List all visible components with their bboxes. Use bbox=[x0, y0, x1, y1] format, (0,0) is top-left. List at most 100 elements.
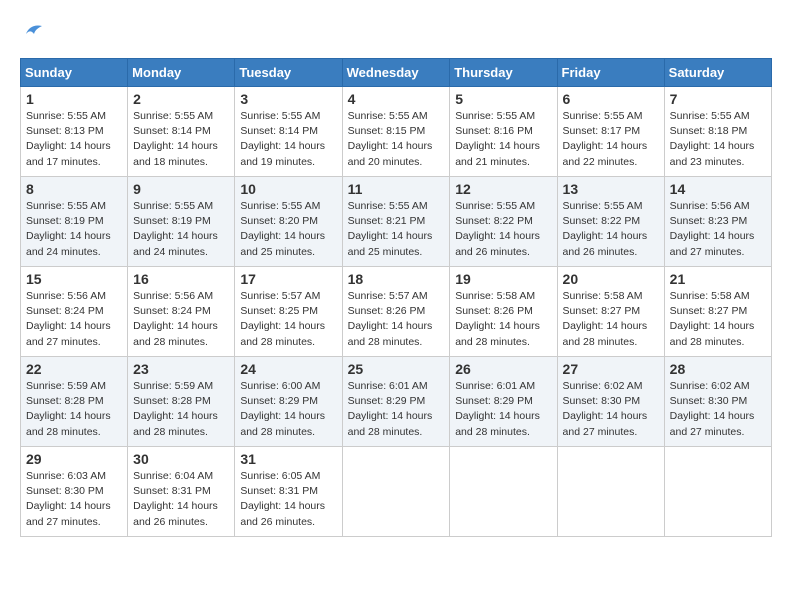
day-info: Sunrise: 5:58 AMSunset: 8:27 PMDaylight:… bbox=[563, 290, 648, 348]
calendar-day-cell: 16 Sunrise: 5:56 AMSunset: 8:24 PMDaylig… bbox=[128, 267, 235, 357]
calendar-day-cell: 27 Sunrise: 6:02 AMSunset: 8:30 PMDaylig… bbox=[557, 357, 664, 447]
calendar-day-cell: 7 Sunrise: 5:55 AMSunset: 8:18 PMDayligh… bbox=[664, 87, 771, 177]
calendar-header-thursday: Thursday bbox=[450, 59, 557, 87]
calendar-day-cell: 17 Sunrise: 5:57 AMSunset: 8:25 PMDaylig… bbox=[235, 267, 342, 357]
day-info: Sunrise: 5:55 AMSunset: 8:21 PMDaylight:… bbox=[348, 200, 433, 258]
day-info: Sunrise: 5:55 AMSunset: 8:22 PMDaylight:… bbox=[455, 200, 540, 258]
day-number: 4 bbox=[348, 91, 445, 107]
day-number: 8 bbox=[26, 181, 122, 197]
day-info: Sunrise: 6:03 AMSunset: 8:30 PMDaylight:… bbox=[26, 470, 111, 528]
day-number: 20 bbox=[563, 271, 659, 287]
day-info: Sunrise: 5:59 AMSunset: 8:28 PMDaylight:… bbox=[133, 380, 218, 438]
calendar-table: SundayMondayTuesdayWednesdayThursdayFrid… bbox=[20, 58, 772, 537]
day-info: Sunrise: 5:57 AMSunset: 8:26 PMDaylight:… bbox=[348, 290, 433, 348]
calendar-header-monday: Monday bbox=[128, 59, 235, 87]
calendar-day-cell: 8 Sunrise: 5:55 AMSunset: 8:19 PMDayligh… bbox=[21, 177, 128, 267]
calendar-day-cell: 5 Sunrise: 5:55 AMSunset: 8:16 PMDayligh… bbox=[450, 87, 557, 177]
day-number: 12 bbox=[455, 181, 551, 197]
day-info: Sunrise: 5:56 AMSunset: 8:24 PMDaylight:… bbox=[26, 290, 111, 348]
calendar-day-cell: 30 Sunrise: 6:04 AMSunset: 8:31 PMDaylig… bbox=[128, 447, 235, 537]
day-info: Sunrise: 5:56 AMSunset: 8:23 PMDaylight:… bbox=[670, 200, 755, 258]
calendar-empty-cell bbox=[450, 447, 557, 537]
day-number: 25 bbox=[348, 361, 445, 377]
day-info: Sunrise: 5:59 AMSunset: 8:28 PMDaylight:… bbox=[26, 380, 111, 438]
calendar-day-cell: 14 Sunrise: 5:56 AMSunset: 8:23 PMDaylig… bbox=[664, 177, 771, 267]
day-info: Sunrise: 5:55 AMSunset: 8:16 PMDaylight:… bbox=[455, 110, 540, 168]
calendar-day-cell: 21 Sunrise: 5:58 AMSunset: 8:27 PMDaylig… bbox=[664, 267, 771, 357]
calendar-header-row: SundayMondayTuesdayWednesdayThursdayFrid… bbox=[21, 59, 772, 87]
calendar-header-saturday: Saturday bbox=[664, 59, 771, 87]
day-number: 11 bbox=[348, 181, 445, 197]
day-number: 18 bbox=[348, 271, 445, 287]
day-info: Sunrise: 5:55 AMSunset: 8:19 PMDaylight:… bbox=[26, 200, 111, 258]
day-info: Sunrise: 6:01 AMSunset: 8:29 PMDaylight:… bbox=[348, 380, 433, 438]
day-info: Sunrise: 5:57 AMSunset: 8:25 PMDaylight:… bbox=[240, 290, 325, 348]
day-number: 31 bbox=[240, 451, 336, 467]
day-number: 15 bbox=[26, 271, 122, 287]
day-number: 21 bbox=[670, 271, 766, 287]
logo-bird-icon bbox=[22, 20, 44, 48]
calendar-day-cell: 28 Sunrise: 6:02 AMSunset: 8:30 PMDaylig… bbox=[664, 357, 771, 447]
day-number: 17 bbox=[240, 271, 336, 287]
calendar-header-sunday: Sunday bbox=[21, 59, 128, 87]
day-info: Sunrise: 6:04 AMSunset: 8:31 PMDaylight:… bbox=[133, 470, 218, 528]
calendar-week-row: 8 Sunrise: 5:55 AMSunset: 8:19 PMDayligh… bbox=[21, 177, 772, 267]
day-number: 23 bbox=[133, 361, 229, 377]
day-info: Sunrise: 5:55 AMSunset: 8:13 PMDaylight:… bbox=[26, 110, 111, 168]
day-number: 10 bbox=[240, 181, 336, 197]
day-number: 9 bbox=[133, 181, 229, 197]
calendar-day-cell: 11 Sunrise: 5:55 AMSunset: 8:21 PMDaylig… bbox=[342, 177, 450, 267]
page-header bbox=[20, 20, 772, 48]
day-number: 27 bbox=[563, 361, 659, 377]
day-number: 16 bbox=[133, 271, 229, 287]
day-number: 22 bbox=[26, 361, 122, 377]
calendar-day-cell: 10 Sunrise: 5:55 AMSunset: 8:20 PMDaylig… bbox=[235, 177, 342, 267]
calendar-day-cell: 15 Sunrise: 5:56 AMSunset: 8:24 PMDaylig… bbox=[21, 267, 128, 357]
calendar-day-cell: 12 Sunrise: 5:55 AMSunset: 8:22 PMDaylig… bbox=[450, 177, 557, 267]
day-number: 3 bbox=[240, 91, 336, 107]
day-info: Sunrise: 5:55 AMSunset: 8:22 PMDaylight:… bbox=[563, 200, 648, 258]
day-number: 28 bbox=[670, 361, 766, 377]
day-info: Sunrise: 6:02 AMSunset: 8:30 PMDaylight:… bbox=[563, 380, 648, 438]
day-info: Sunrise: 5:58 AMSunset: 8:27 PMDaylight:… bbox=[670, 290, 755, 348]
day-number: 2 bbox=[133, 91, 229, 107]
calendar-day-cell: 19 Sunrise: 5:58 AMSunset: 8:26 PMDaylig… bbox=[450, 267, 557, 357]
calendar-header-tuesday: Tuesday bbox=[235, 59, 342, 87]
day-number: 29 bbox=[26, 451, 122, 467]
calendar-day-cell: 2 Sunrise: 5:55 AMSunset: 8:14 PMDayligh… bbox=[128, 87, 235, 177]
day-number: 13 bbox=[563, 181, 659, 197]
day-info: Sunrise: 6:05 AMSunset: 8:31 PMDaylight:… bbox=[240, 470, 325, 528]
calendar-header-friday: Friday bbox=[557, 59, 664, 87]
calendar-day-cell: 1 Sunrise: 5:55 AMSunset: 8:13 PMDayligh… bbox=[21, 87, 128, 177]
calendar-day-cell: 18 Sunrise: 5:57 AMSunset: 8:26 PMDaylig… bbox=[342, 267, 450, 357]
calendar-week-row: 29 Sunrise: 6:03 AMSunset: 8:30 PMDaylig… bbox=[21, 447, 772, 537]
day-info: Sunrise: 6:02 AMSunset: 8:30 PMDaylight:… bbox=[670, 380, 755, 438]
calendar-week-row: 22 Sunrise: 5:59 AMSunset: 8:28 PMDaylig… bbox=[21, 357, 772, 447]
day-info: Sunrise: 5:55 AMSunset: 8:14 PMDaylight:… bbox=[133, 110, 218, 168]
calendar-week-row: 1 Sunrise: 5:55 AMSunset: 8:13 PMDayligh… bbox=[21, 87, 772, 177]
day-number: 6 bbox=[563, 91, 659, 107]
calendar-day-cell: 3 Sunrise: 5:55 AMSunset: 8:14 PMDayligh… bbox=[235, 87, 342, 177]
calendar-empty-cell bbox=[342, 447, 450, 537]
calendar-header-wednesday: Wednesday bbox=[342, 59, 450, 87]
calendar-day-cell: 22 Sunrise: 5:59 AMSunset: 8:28 PMDaylig… bbox=[21, 357, 128, 447]
day-number: 7 bbox=[670, 91, 766, 107]
calendar-day-cell: 25 Sunrise: 6:01 AMSunset: 8:29 PMDaylig… bbox=[342, 357, 450, 447]
day-number: 1 bbox=[26, 91, 122, 107]
day-info: Sunrise: 5:56 AMSunset: 8:24 PMDaylight:… bbox=[133, 290, 218, 348]
day-number: 19 bbox=[455, 271, 551, 287]
day-info: Sunrise: 5:55 AMSunset: 8:14 PMDaylight:… bbox=[240, 110, 325, 168]
calendar-day-cell: 29 Sunrise: 6:03 AMSunset: 8:30 PMDaylig… bbox=[21, 447, 128, 537]
calendar-day-cell: 23 Sunrise: 5:59 AMSunset: 8:28 PMDaylig… bbox=[128, 357, 235, 447]
calendar-day-cell: 31 Sunrise: 6:05 AMSunset: 8:31 PMDaylig… bbox=[235, 447, 342, 537]
day-number: 30 bbox=[133, 451, 229, 467]
calendar-week-row: 15 Sunrise: 5:56 AMSunset: 8:24 PMDaylig… bbox=[21, 267, 772, 357]
day-number: 14 bbox=[670, 181, 766, 197]
day-info: Sunrise: 5:55 AMSunset: 8:20 PMDaylight:… bbox=[240, 200, 325, 258]
logo bbox=[20, 20, 44, 48]
calendar-day-cell: 20 Sunrise: 5:58 AMSunset: 8:27 PMDaylig… bbox=[557, 267, 664, 357]
day-number: 24 bbox=[240, 361, 336, 377]
calendar-empty-cell bbox=[664, 447, 771, 537]
day-info: Sunrise: 6:00 AMSunset: 8:29 PMDaylight:… bbox=[240, 380, 325, 438]
calendar-day-cell: 9 Sunrise: 5:55 AMSunset: 8:19 PMDayligh… bbox=[128, 177, 235, 267]
